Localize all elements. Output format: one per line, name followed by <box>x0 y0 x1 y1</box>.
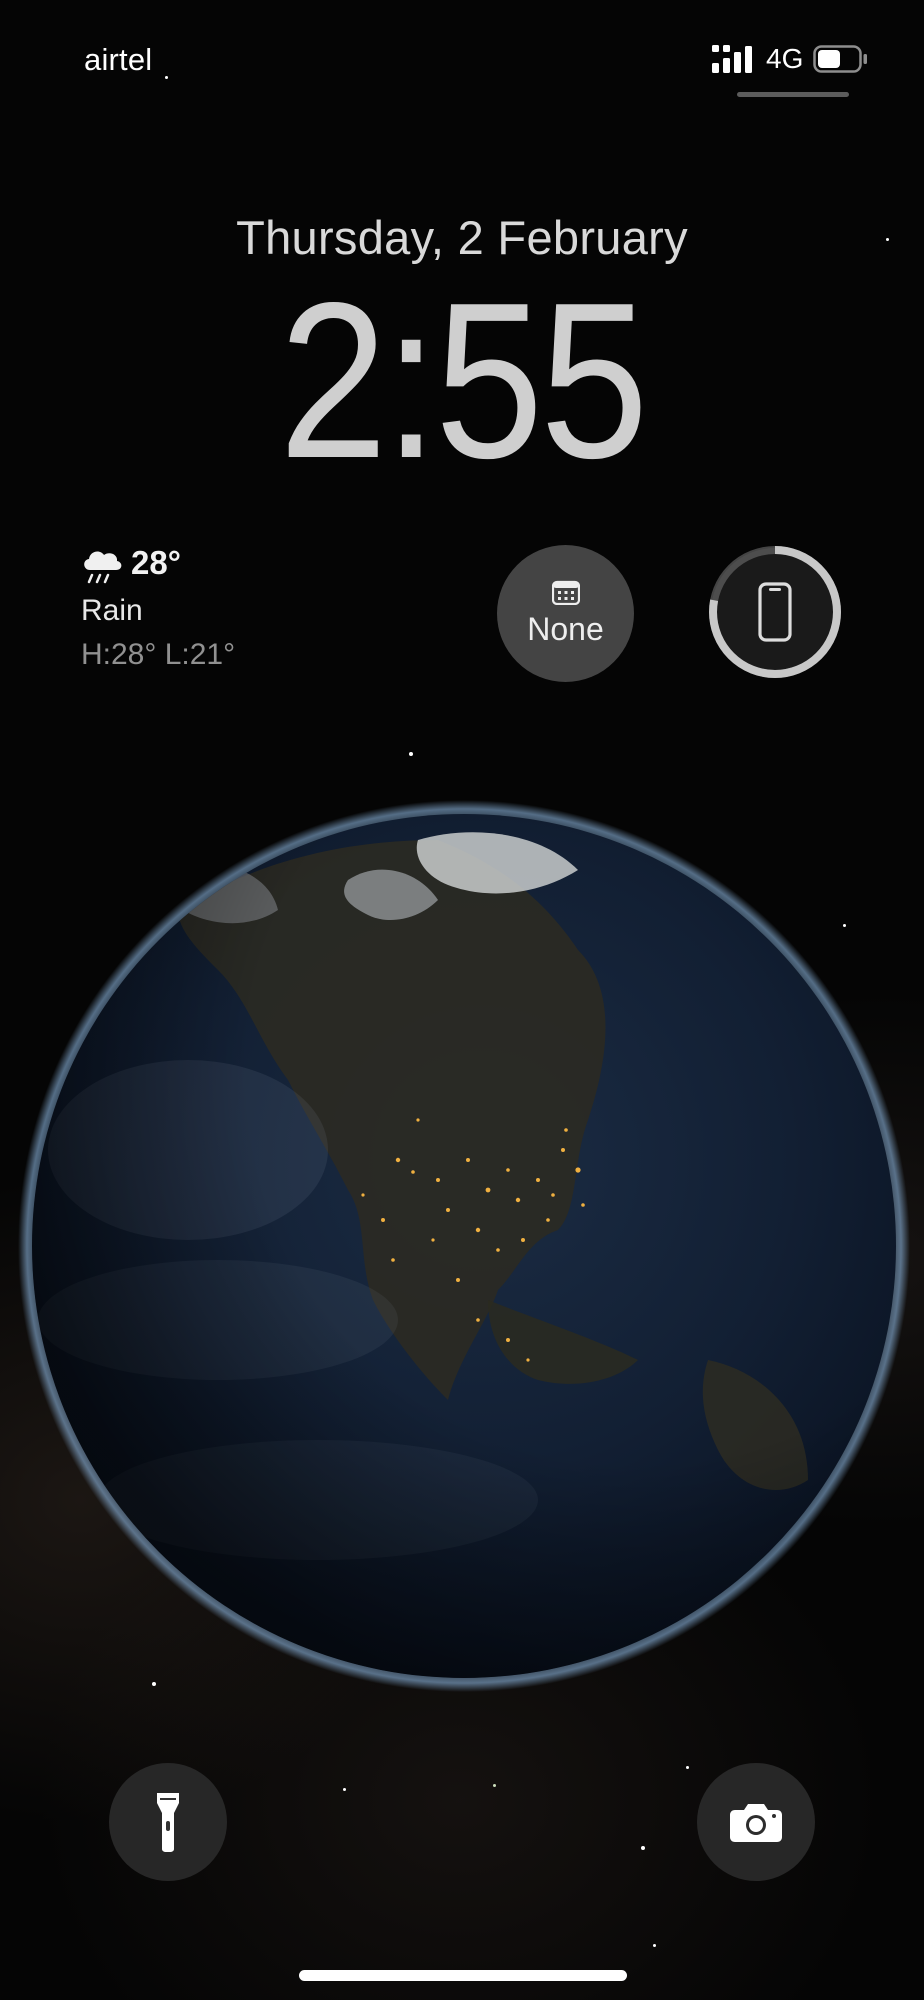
weather-temperature: 28° <box>131 544 181 581</box>
weather-high-low: H:28° L:21° <box>81 638 236 671</box>
camera-icon <box>730 1804 782 1842</box>
flashlight-icon <box>157 1793 179 1852</box>
status-underline <box>737 92 849 97</box>
flashlight-button[interactable] <box>109 1763 227 1881</box>
network-type: 4G <box>766 43 804 74</box>
home-indicator[interactable] <box>299 1970 627 1981</box>
lock-time: 2:55 <box>278 257 649 505</box>
carrier-name: airtel <box>84 42 153 77</box>
signal-bars-icon <box>712 45 752 73</box>
status-indicators: 4G <box>712 42 869 76</box>
earth-wallpaper-image <box>18 800 910 1692</box>
cloud-rain-icon <box>84 551 122 584</box>
calendar-widget-label: None <box>527 611 604 647</box>
camera-button[interactable] <box>697 1763 815 1881</box>
battery-icon <box>813 45 868 73</box>
calendar-icon <box>551 580 580 605</box>
battery-ring-widget[interactable] <box>705 542 845 682</box>
calendar-widget[interactable]: None <box>497 545 634 682</box>
weather-condition: Rain <box>81 594 143 627</box>
